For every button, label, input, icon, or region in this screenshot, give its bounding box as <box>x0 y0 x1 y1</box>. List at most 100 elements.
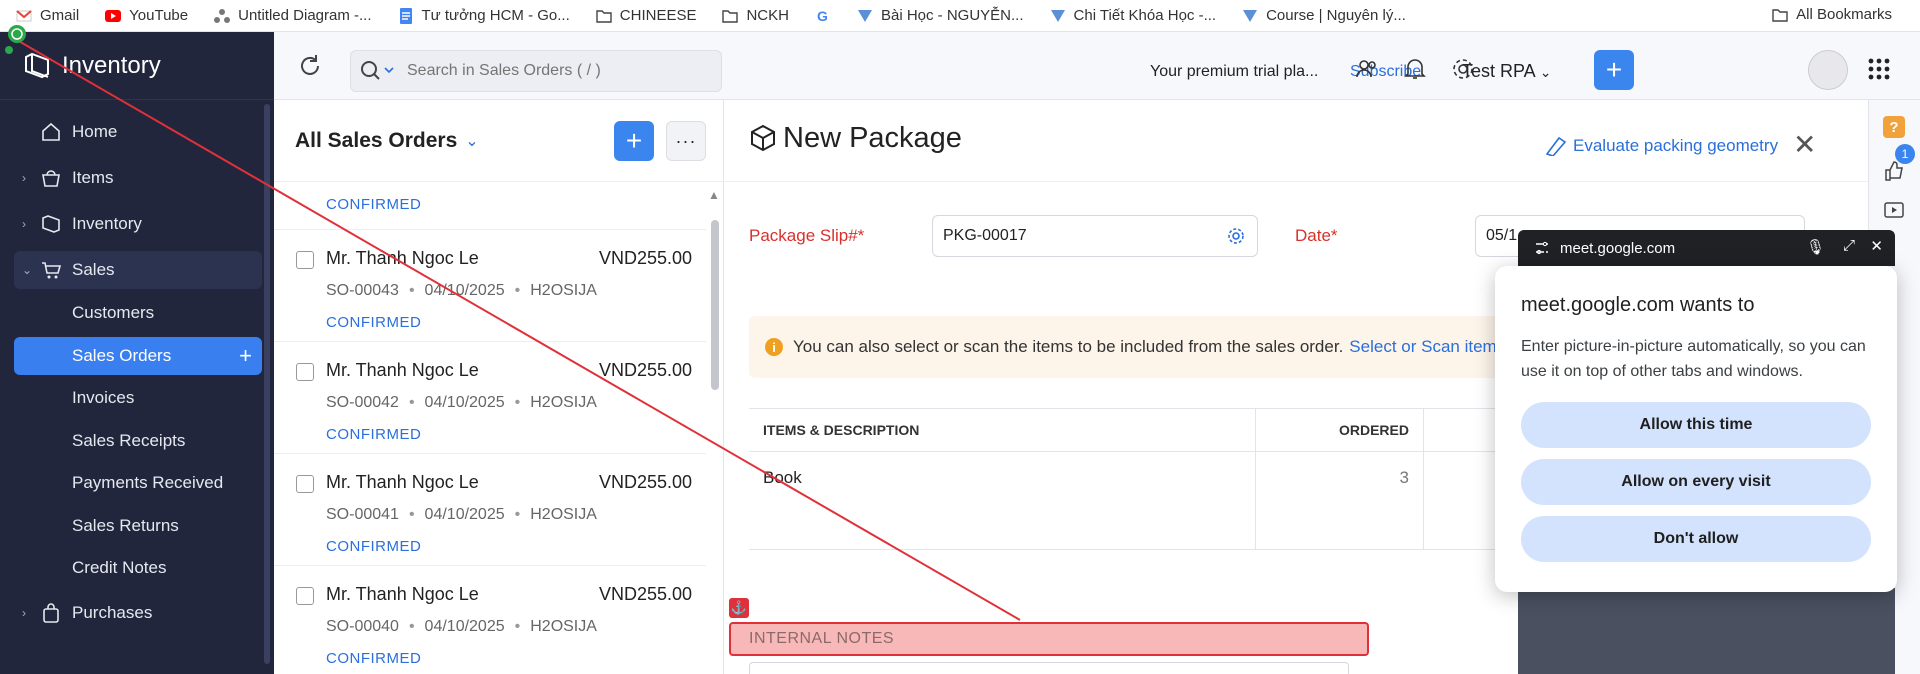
list-item[interactable]: Mr. Thanh Ngoc Le VND255.00 SO-00042 • 04/… <box>274 342 706 454</box>
customer-name: Mr. Thanh Ngoc Le <box>326 472 479 492</box>
sidebar-item-purchases[interactable]: › Purchases <box>14 594 262 632</box>
course-icon <box>1050 9 1065 22</box>
sidebar-item-inventory[interactable]: › Inventory <box>14 205 262 243</box>
order-amount: VND255.00 <box>598 472 692 492</box>
all-bookmarks[interactable]: All Bookmarks <box>1772 6 1892 23</box>
mic-icon[interactable]: 🎙︎ <box>1806 238 1825 256</box>
evaluate-packing-link[interactable]: Evaluate packing geometry <box>1545 136 1778 156</box>
order-meta: SO-00041 • 04/10/2025 • H2OSIJA <box>326 506 597 523</box>
users-icon[interactable] <box>1354 56 1380 82</box>
avatar[interactable] <box>1808 50 1848 90</box>
internal-notes-input[interactable] <box>749 662 1349 674</box>
help-icon[interactable]: ? <box>1883 116 1905 138</box>
sidebar-item-items[interactable]: › Items <box>14 159 262 197</box>
settings-icon[interactable] <box>1227 227 1245 245</box>
new-sales-order-button[interactable]: + <box>614 121 654 161</box>
allow-every-visit-button[interactable]: Allow on every visit <box>1521 459 1871 505</box>
row-checkbox[interactable] <box>296 587 314 605</box>
bookmark-nckh[interactable]: NCKH <box>722 7 789 24</box>
list-item[interactable]: Mr. Thanh Ngoc Le VND255.00 SO-00040 • 04/… <box>274 566 706 674</box>
list-item[interactable]: Mr. Thanh Ngoc Le VND255.00 SO-00043 • 04/… <box>274 230 706 342</box>
close-icon[interactable]: ✕ <box>1870 237 1883 255</box>
site-settings-icon[interactable] <box>1534 240 1550 256</box>
sidebar-item-sales-orders[interactable]: Sales Orders + <box>14 337 262 375</box>
quick-create-button[interactable]: + <box>1594 50 1634 90</box>
sales-orders-list: All Sales Orders ⌄ + ··· ▲ CONFIRMED Mr.… <box>274 100 724 674</box>
sidebar-item-payments-received[interactable]: Payments Received <box>14 464 262 502</box>
sidebar-item-credit-notes[interactable]: Credit Notes <box>14 549 262 587</box>
dont-allow-button[interactable]: Don't allow <box>1521 516 1871 562</box>
bookmark-chineese[interactable]: CHINEESE <box>596 7 696 24</box>
cart-icon <box>42 262 62 279</box>
brand[interactable]: Inventory <box>0 32 274 100</box>
list-scrollbar[interactable] <box>711 220 719 390</box>
sidebar-item-sales-receipts[interactable]: Sales Receipts <box>14 422 262 460</box>
chevron-down-icon[interactable]: ⌄ <box>465 131 478 151</box>
sidebar-item-home[interactable]: Home <box>14 113 262 151</box>
pip-video <box>1518 588 1895 674</box>
gear-icon[interactable] <box>1450 56 1476 82</box>
youtube-icon <box>105 9 122 22</box>
brand-name: Inventory <box>62 51 161 79</box>
row-checkbox[interactable] <box>296 475 314 493</box>
bookmark-chi-tiet[interactable]: Chi Tiết Khóa Học -... <box>1050 7 1216 24</box>
folder-icon <box>722 9 739 23</box>
bookmark-youtube[interactable]: YouTube <box>105 7 188 24</box>
bookmarks-bar: Gmail YouTube Untitled Diagram -... Tư t… <box>0 0 1920 32</box>
chevron-right-icon: › <box>22 606 26 620</box>
close-icon[interactable]: ✕ <box>1793 128 1816 161</box>
bookmark-google[interactable]: G <box>815 8 831 24</box>
sidebar-item-customers[interactable]: Customers <box>14 294 262 332</box>
sidebar-item-invoices[interactable]: Invoices <box>14 379 262 417</box>
package-slip-field[interactable]: PKG-00017 <box>932 215 1258 257</box>
list-title[interactable]: All Sales Orders <box>295 129 457 153</box>
svg-text:G: G <box>817 8 828 24</box>
thumbs-icon[interactable] <box>1883 160 1905 182</box>
expand-icon[interactable]: ⤢ <box>1843 237 1855 254</box>
bookmark-diagram[interactable]: Untitled Diagram -... <box>214 7 372 24</box>
more-options-button[interactable]: ··· <box>666 121 706 161</box>
customer-name: Mr. Thanh Ngoc Le <box>326 584 479 604</box>
order-amount: VND255.00 <box>598 584 692 604</box>
anchor-icon: ⚓ <box>729 598 749 618</box>
list-item[interactable]: CONFIRMED <box>274 182 706 230</box>
permission-dialog: meet.google.com wants to Enter picture-i… <box>1495 266 1897 592</box>
permission-title: meet.google.com wants to <box>1521 294 1755 316</box>
add-sales-order-icon[interactable]: + <box>239 343 252 369</box>
bookmark-docs[interactable]: Tư tưởng HCM - Go... <box>398 7 570 24</box>
bookmark-course[interactable]: Course | Nguyên lý... <box>1242 7 1406 24</box>
order-status: CONFIRMED <box>326 314 422 331</box>
order-status: CONFIRMED <box>326 196 422 213</box>
select-scan-link[interactable]: Select or Scan item <box>1349 337 1496 357</box>
customer-name: Mr. Thanh Ngoc Le <box>326 248 479 268</box>
bookmark-bai-hoc[interactable]: Bài Học - NGUYỄN... <box>857 7 1024 24</box>
ordered-qty: 3 <box>1256 452 1424 549</box>
internal-notes-label[interactable]: INTERNAL NOTES <box>729 622 1369 656</box>
search-box[interactable] <box>350 50 722 92</box>
package-icon <box>751 124 775 152</box>
search-input[interactable] <box>407 62 687 80</box>
order-amount: VND255.00 <box>598 360 692 380</box>
sidebar-item-sales[interactable]: ⌄ Sales <box>14 251 262 289</box>
bookmark-gmail[interactable]: Gmail <box>16 7 79 24</box>
allow-this-time-button[interactable]: Allow this time <box>1521 402 1871 448</box>
order-meta: SO-00042 • 04/10/2025 • H2OSIJA <box>326 394 597 411</box>
sidebar-scrollbar[interactable] <box>264 104 270 664</box>
list-item[interactable]: Mr. Thanh Ngoc Le VND255.00 SO-00041 • 04/… <box>274 454 706 566</box>
item-name: Book <box>749 452 1256 549</box>
scroll-up-icon[interactable]: ▲ <box>708 188 720 202</box>
trial-notice[interactable]: Your premium trial pla... <box>1150 63 1318 81</box>
row-checkbox[interactable] <box>296 363 314 381</box>
sidebar-item-sales-returns[interactable]: Sales Returns <box>14 507 262 545</box>
refresh-icon[interactable] <box>296 52 324 80</box>
pip-titlebar: meet.google.com 🎙︎ ⤢ ✕ <box>1518 230 1895 266</box>
video-icon[interactable] <box>1883 200 1905 222</box>
search-icon[interactable] <box>359 59 399 83</box>
row-checkbox[interactable] <box>296 251 314 269</box>
google-icon: G <box>817 8 828 24</box>
order-status: CONFIRMED <box>326 650 422 667</box>
apps-grid-icon[interactable] <box>1866 56 1892 82</box>
order-meta: SO-00043 • 04/10/2025 • H2OSIJA <box>326 282 597 299</box>
bell-icon[interactable] <box>1402 56 1428 82</box>
gmail-icon <box>16 9 32 21</box>
